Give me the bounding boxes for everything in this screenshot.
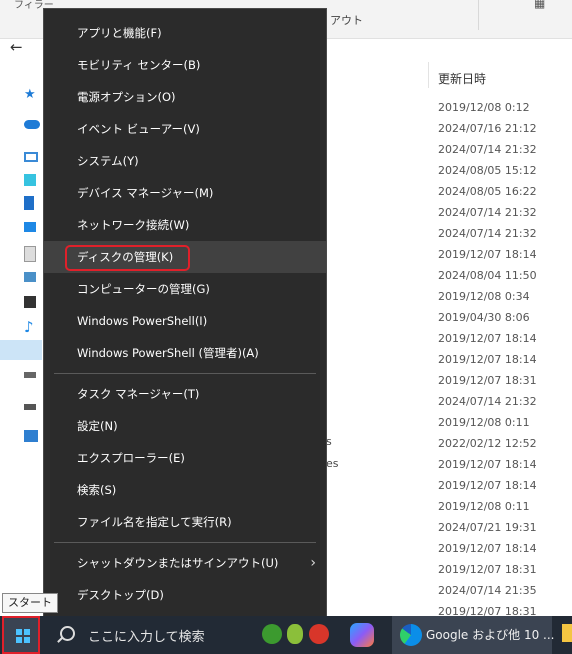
pictures-icon[interactable]	[24, 272, 36, 282]
list-item: 2019/12/07 18:31	[438, 563, 537, 576]
column-divider[interactable]	[428, 62, 429, 88]
list-item: 2019/12/08 0:11	[438, 500, 530, 513]
videos-icon[interactable]	[24, 296, 36, 308]
power-user-menu: アプリと機能(F) モビリティ センター(B) 電源オプション(O) イベント …	[43, 8, 327, 618]
windows-logo-icon	[16, 629, 30, 643]
list-item: 2024/07/14 21:32	[438, 206, 537, 219]
search-placeholder: ここに入力して検索	[88, 630, 205, 645]
list-item: 2022/02/12 12:52	[438, 437, 537, 450]
menu-item-network-connections[interactable]: ネットワーク接続(W)	[44, 209, 326, 241]
folder-icon[interactable]	[562, 624, 572, 642]
taskbar: ここに入力して検索 Google および他 10 ...	[0, 616, 572, 654]
highlight-box	[65, 245, 190, 271]
menu-item-mobility-center[interactable]: モビリティ センター(B)	[44, 49, 326, 81]
list-item: 2019/12/07 18:31	[438, 374, 537, 387]
list-item: 2019/12/08 0:34	[438, 290, 530, 303]
modified-date-list: 2019/12/08 0:12 2024/07/16 21:12 2024/07…	[438, 100, 537, 625]
3d-objects-icon[interactable]	[24, 174, 36, 186]
menu-separator	[54, 542, 316, 543]
modified-date-column-header[interactable]: 更新日時	[438, 70, 486, 87]
list-item: 2024/07/14 21:32	[438, 143, 537, 156]
grid-view-icon[interactable]: ▦	[534, 0, 545, 10]
list-item: 2019/12/07 18:14	[438, 542, 537, 555]
menu-item-event-viewer[interactable]: イベント ビューアー(V)	[44, 113, 326, 145]
menu-item-task-manager[interactable]: タスク マネージャー(T)	[44, 378, 326, 410]
menu-group-system: アプリと機能(F) モビリティ センター(B) 電源オプション(O) イベント …	[44, 17, 326, 369]
search-icon	[60, 626, 75, 641]
list-item: 2019/12/07 18:14	[438, 353, 537, 366]
network-drive-icon[interactable]	[24, 404, 36, 410]
menu-item-apps-features[interactable]: アプリと機能(F)	[44, 17, 326, 49]
broccoli-icon[interactable]	[262, 624, 282, 644]
chevron-right-icon: ›	[310, 555, 316, 571]
menu-item-powershell-admin[interactable]: Windows PowerShell (管理者)(A)	[44, 337, 326, 369]
list-item: 2019/12/08 0:11	[438, 416, 530, 429]
list-item: 2024/08/04 11:50	[438, 269, 537, 282]
music-icon[interactable]: ♪	[24, 318, 38, 336]
tomato-icon[interactable]	[309, 624, 329, 644]
list-item: 2024/07/16 21:12	[438, 122, 537, 135]
list-item: 2019/12/07 18:14	[438, 332, 537, 345]
list-item: 2024/08/05 16:22	[438, 185, 537, 198]
local-disk-icon[interactable]	[0, 340, 42, 360]
list-item: 2019/12/08 0:12	[438, 101, 530, 114]
downloads-icon[interactable]	[24, 196, 34, 210]
avocado-icon[interactable]	[287, 624, 303, 644]
menu-group-tools: タスク マネージャー(T) 設定(N) エクスプローラー(E) 検索(S) ファ…	[44, 378, 326, 538]
menu-item-label: シャットダウンまたはサインアウト(U)	[77, 556, 279, 570]
quick-access-star-icon[interactable]: ★	[24, 87, 38, 102]
edge-taskbar-item[interactable]: Google および他 10 ...	[392, 616, 555, 654]
menu-item-powershell[interactable]: Windows PowerShell(I)	[44, 305, 326, 337]
menu-item-file-explorer[interactable]: エクスプローラー(E)	[44, 442, 326, 474]
menu-separator	[54, 373, 316, 374]
menu-item-run[interactable]: ファイル名を指定して実行(R)	[44, 506, 326, 538]
list-item: 2019/12/07 18:14	[438, 458, 537, 471]
menu-group-session: シャットダウンまたはサインアウト(U) › デスクトップ(D)	[44, 547, 326, 611]
back-arrow-icon[interactable]: ←	[10, 38, 23, 56]
menu-item-shutdown-signout[interactable]: シャットダウンまたはサインアウト(U) ›	[44, 547, 326, 579]
network-icon[interactable]	[24, 430, 38, 442]
ribbon-divider	[478, 0, 479, 30]
list-item: 2024/07/14 21:35	[438, 584, 537, 597]
list-item: 2024/08/05 15:12	[438, 164, 537, 177]
list-item: 2019/12/07 18:14	[438, 248, 537, 261]
copilot-icon[interactable]	[350, 623, 374, 647]
list-item: 2019/04/30 8:06	[438, 311, 530, 324]
taskbar-search-box[interactable]: ここに入力して検索	[46, 616, 258, 654]
list-item: 2024/07/21 19:31	[438, 521, 537, 534]
menu-item-settings[interactable]: 設定(N)	[44, 410, 326, 442]
this-pc-icon[interactable]	[24, 152, 38, 162]
menu-item-system[interactable]: システム(Y)	[44, 145, 326, 177]
start-button[interactable]	[2, 616, 40, 654]
layout-button-label[interactable]: アウト	[330, 12, 363, 28]
onedrive-cloud-icon[interactable]	[24, 120, 40, 129]
drive-icon[interactable]	[24, 372, 36, 378]
edge-window-title: Google および他 10 ...	[426, 628, 555, 642]
menu-item-desktop[interactable]: デスクトップ(D)	[44, 579, 326, 611]
list-item: 2024/07/14 21:32	[438, 395, 537, 408]
menu-item-computer-management[interactable]: コンピューターの管理(G)	[44, 273, 326, 305]
desktop-folder-icon[interactable]	[24, 222, 36, 232]
menu-item-search[interactable]: 検索(S)	[44, 474, 326, 506]
list-item: 2019/12/07 18:14	[438, 479, 537, 492]
menu-item-power-options[interactable]: 電源オプション(O)	[44, 81, 326, 113]
edge-icon	[400, 624, 422, 646]
documents-icon[interactable]	[24, 246, 36, 262]
menu-item-device-manager[interactable]: デバイス マネージャー(M)	[44, 177, 326, 209]
menu-item-disk-management[interactable]: ディスクの管理(K)	[44, 241, 326, 273]
list-item: 2024/07/14 21:32	[438, 227, 537, 240]
start-tooltip: スタート	[2, 593, 58, 613]
file-name-fragment[interactable]: es	[326, 457, 339, 470]
